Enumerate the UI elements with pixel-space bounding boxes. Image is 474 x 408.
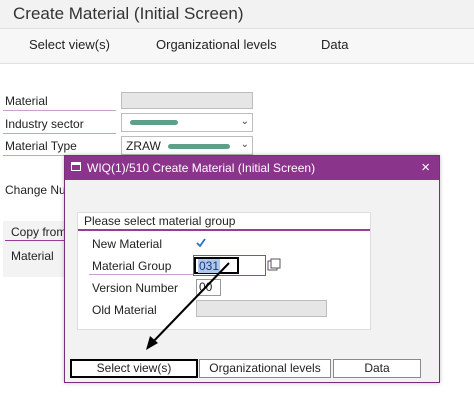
annotation-arrow (146, 262, 230, 350)
arrow-line (149, 262, 230, 346)
